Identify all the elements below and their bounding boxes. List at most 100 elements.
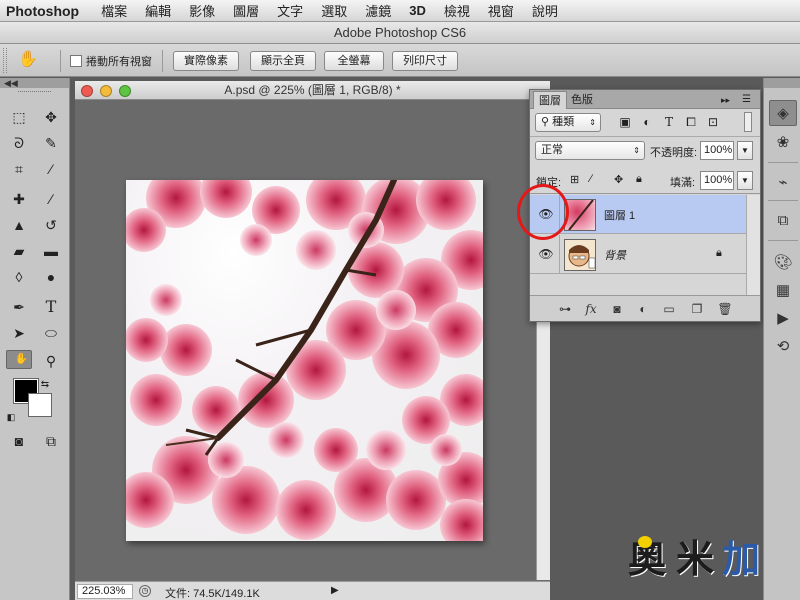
panel-collapse-icon[interactable]: ▸▸ (716, 91, 735, 109)
lock-pixels-icon[interactable]: ∕ (590, 173, 592, 185)
fx-icon[interactable]: fx (582, 301, 600, 317)
hand-icon[interactable]: ✋▼ (18, 50, 46, 86)
fill-dropdown-icon[interactable]: ▼ (737, 171, 753, 190)
layer-filter-select[interactable]: ⚲ 種類 ⇕ (535, 113, 601, 132)
panel-tabs: 圖層 色版 ▸▸ ☰ (530, 90, 760, 109)
lock-transparent-icon[interactable]: ⊞ (570, 173, 579, 186)
fill-field[interactable]: 100% (700, 171, 734, 190)
menu-select[interactable]: 選取 (321, 1, 347, 20)
crop-icon[interactable]: ⌗ (6, 158, 32, 180)
filter-toggle-icon[interactable] (744, 112, 752, 132)
background-color-swatch[interactable] (28, 393, 52, 417)
layers-scrollbar[interactable] (746, 195, 760, 295)
panel-menu-icon[interactable]: ☰ (737, 91, 756, 109)
default-colors-icon[interactable]: ◧ (4, 406, 18, 428)
status-menu-arrow-icon[interactable]: ▶ (331, 585, 339, 596)
tools-collapse[interactable]: ◀◀ (0, 78, 69, 88)
menu-edit[interactable]: 編輯 (145, 1, 171, 20)
eye-icon[interactable]: 👁︎ (537, 245, 555, 263)
menu-image[interactable]: 影像 (189, 1, 215, 20)
document-status-bar: 225.03% ◷ 文件: 74.5K/149.1K ▶ (75, 581, 550, 600)
actual-pixels-button[interactable]: 實際像素 (173, 51, 239, 71)
menu-filter[interactable]: 濾鏡 (365, 1, 391, 20)
new-layer-icon[interactable]: ❐ (688, 301, 706, 317)
zoom-level-field[interactable]: 225.03% (77, 584, 133, 599)
minimize-icon[interactable] (100, 85, 112, 97)
tab-layers[interactable]: 圖層 (533, 91, 567, 109)
right-dock: ◈ ❀ ⌁ ⧉ 🎨︎ ▦ ▶ ⟲ (763, 78, 800, 600)
dock-divider (768, 162, 798, 163)
layer-thumbnail[interactable] (564, 239, 596, 271)
hand-icon[interactable]: ✋ (6, 350, 32, 369)
zoom-icon[interactable]: ⚲ (38, 350, 64, 372)
menu-view[interactable]: 檢視 (444, 1, 470, 20)
menu-help[interactable]: 說明 (532, 1, 558, 20)
adjustment-filter-icon[interactable]: ◐ (640, 114, 654, 130)
swap-colors-icon[interactable]: ⇆ (38, 374, 52, 396)
tools-grip[interactable] (18, 91, 51, 99)
play-icon[interactable]: ▶ (769, 306, 797, 332)
print-size-button[interactable]: 列印尺寸 (392, 51, 458, 71)
app-menu[interactable]: Photoshop (6, 3, 79, 19)
link-icon[interactable]: ⊶ (556, 301, 574, 317)
shape-filter-icon[interactable]: ⧠ (684, 114, 698, 130)
spot-healing-icon[interactable]: ✚ (6, 188, 32, 210)
menu-3d[interactable]: 3D (409, 3, 426, 18)
palette-icon[interactable]: 🎨︎ (769, 250, 797, 276)
tab-channels[interactable]: 色版 (566, 91, 598, 109)
dodge-icon[interactable]: ● (38, 266, 64, 288)
history-brush-icon[interactable]: ↺ (38, 214, 64, 236)
pen-icon[interactable]: ✒ (6, 296, 32, 318)
gradient-icon[interactable]: ▬ (38, 240, 64, 262)
layer-row-background[interactable]: 👁︎ 背景 🔒︎ (530, 235, 760, 274)
menu-type[interactable]: 文字 (277, 1, 303, 20)
status-info-icon[interactable]: ◷ (139, 585, 151, 597)
brush-icon[interactable]: ∕ (38, 188, 64, 210)
layer-name[interactable]: 背景 (604, 247, 626, 263)
layers-icon[interactable]: ◈ (769, 100, 797, 126)
opacity-dropdown-icon[interactable]: ▼ (737, 141, 753, 160)
screen-mode-icon[interactable]: ⧉ (38, 430, 64, 452)
swatches-icon[interactable]: ▦ (769, 278, 797, 304)
dock-header[interactable] (764, 78, 800, 88)
lock-position-icon[interactable]: ✥ (614, 173, 623, 186)
close-icon[interactable] (81, 85, 93, 97)
color-wheel-icon[interactable]: ❀ (769, 130, 797, 156)
type-icon[interactable]: T (38, 296, 64, 318)
adjustment-icon[interactable]: ◐ (634, 301, 652, 317)
quick-selection-icon[interactable]: ✎ (38, 132, 64, 154)
options-grip[interactable] (3, 48, 7, 73)
layer-name[interactable]: 圖層 1 (604, 207, 635, 223)
history-icon[interactable]: ⟲ (769, 334, 797, 360)
menu-layer[interactable]: 圖層 (233, 1, 259, 20)
quick-mask-icon[interactable]: ◙ (6, 430, 32, 452)
fill-screen-button[interactable]: 全螢幕 (324, 51, 384, 71)
menu-window[interactable]: 視窗 (488, 1, 514, 20)
opacity-field[interactable]: 100% (700, 141, 734, 160)
ellipse-icon[interactable]: ⬭ (38, 322, 64, 344)
pixel-filter-icon[interactable]: ▣ (618, 114, 632, 130)
eraser-icon[interactable]: ▰ (6, 240, 32, 262)
trash-icon[interactable]: 🗑︎ (716, 301, 734, 317)
mask-icon[interactable]: ◙ (608, 301, 626, 317)
canvas-area[interactable] (75, 100, 536, 580)
blur-icon[interactable]: ◊ (6, 266, 32, 288)
paths-icon[interactable]: ⌁ (769, 170, 797, 196)
fit-screen-button[interactable]: 顯示全頁 (250, 51, 316, 71)
move-icon[interactable]: ✥ (38, 106, 64, 128)
scroll-all-windows-checkbox[interactable] (70, 55, 82, 67)
menu-file[interactable]: 檔案 (101, 1, 127, 20)
lock-all-icon[interactable]: 🔒︎ (636, 173, 642, 186)
3d-icon[interactable]: ⧉ (769, 208, 797, 234)
blend-mode-select[interactable]: 正常 ⇕ (535, 141, 645, 160)
smart-object-filter-icon[interactable]: ⊡ (706, 114, 720, 130)
eyedropper-icon[interactable]: ⁄ (38, 158, 64, 180)
clone-stamp-icon[interactable]: ▲ (6, 214, 32, 236)
rectangular-marquee-icon[interactable]: ⬚ (6, 106, 32, 128)
group-icon[interactable]: ▭ (660, 301, 678, 317)
lasso-icon[interactable]: ᘐ (6, 132, 32, 154)
type-filter-icon[interactable]: T (662, 114, 676, 130)
visibility-cell[interactable]: 👁︎ (530, 235, 560, 274)
zoom-window-icon[interactable] (119, 85, 131, 97)
path-selection-icon[interactable]: ➤ (6, 322, 32, 344)
